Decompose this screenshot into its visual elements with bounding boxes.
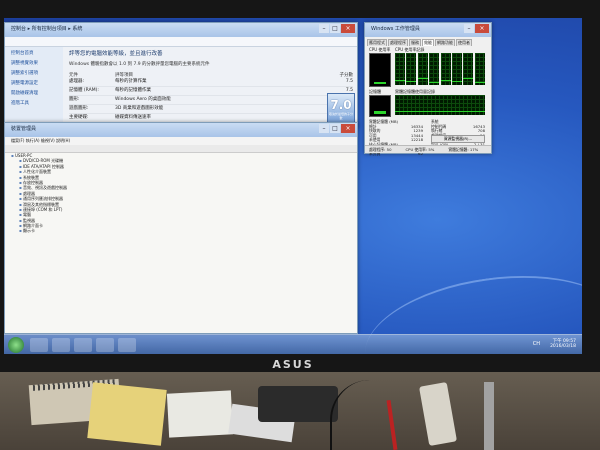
row-component: 圖形:: [69, 97, 80, 102]
metal-pole: [484, 382, 494, 450]
system-sidebar: 控制台首頁 調整視覺效果 調整索引選項 調整電源設定 開啟磁碟清理 進階工具: [5, 47, 63, 127]
cpu-core-graph: [463, 53, 474, 85]
cpu-core-graph: [440, 53, 451, 85]
desk-phone: [258, 386, 338, 422]
table-row: 記憶體 (RAM): 每秒的記憶體作業 7.5: [69, 87, 353, 96]
close-button[interactable]: ×: [341, 24, 355, 33]
cpu-usage-gauge: [369, 53, 391, 87]
memory-history-graph: [395, 95, 485, 115]
cpu-core-graph: [429, 53, 440, 85]
table-row: 處理器: 每秒的計算作業 7.5: [69, 78, 353, 87]
yellow-notepad: [87, 382, 167, 446]
taskbar-button-chrome[interactable]: [96, 338, 114, 352]
system-titlebar[interactable]: 控制台 ▸ 所有控制台項目 ▸ 系統 – □ ×: [5, 23, 357, 37]
device-manager-title: 裝置管理員: [11, 126, 37, 132]
tab-performance[interactable]: 效能: [422, 39, 434, 46]
row-component: 遊戲圖形:: [69, 106, 89, 111]
minimize-button[interactable]: –: [464, 24, 474, 33]
status-cpu: CPU 使用率: 5%: [405, 147, 435, 152]
sidebar-link-cleanup[interactable]: 開啟磁碟清理: [5, 89, 63, 97]
cpu-core-graph: [395, 53, 405, 85]
taskbar-button-media[interactable]: [74, 338, 92, 352]
sidebar-link-power[interactable]: 調整電源設定: [5, 79, 63, 87]
row-description: 每秒的記憶體作業: [115, 88, 151, 93]
tab-services[interactable]: 服務: [409, 39, 421, 46]
minimize-button[interactable]: –: [319, 24, 329, 33]
task-manager-title: Windows 工作管理員: [371, 26, 420, 32]
system-main: 評等您的電腦效能等級，並且進行改善 Windows 體驗指數會以 1.0 到 7…: [69, 47, 355, 131]
system-window: 控制台 ▸ 所有控制台項目 ▸ 系統 – □ × 控制台首頁 調整視覺效果 調整…: [4, 22, 358, 131]
row-description: 3D 商業和遊戲圖形效能: [115, 106, 164, 111]
row-description: 每秒的計算作業: [115, 79, 147, 84]
tab-applications[interactable]: 應用程式: [367, 39, 387, 46]
device-tree: USER-PC DVD/CD-ROM 光碟機 IDE ATA/ATAPI 控制器…: [5, 153, 357, 333]
address-bar[interactable]: [5, 37, 357, 47]
taskbar-button-taskmgr[interactable]: [118, 338, 136, 352]
row-description: Windows Aero 的桌面效能: [115, 97, 171, 102]
row-component: 主要硬碟:: [69, 115, 89, 120]
tab-processes[interactable]: 處理程序: [388, 39, 408, 46]
table-row: 遊戲圖形: 3D 商業和遊戲圖形效能 7.5: [69, 105, 353, 114]
resource-monitor-button[interactable]: 資源監視器(R)...: [431, 135, 485, 143]
taskbar-clock[interactable]: 下午 09:57 2016/03/18: [550, 338, 576, 349]
device-manager-menubar[interactable]: 檔案(F) 執行(A) 檢視(V) 說明(H): [5, 137, 357, 145]
base-score-caption: 取決於最低的子分數: [328, 112, 353, 120]
status-memory: 實體記憶體: 17%: [448, 147, 479, 152]
sidebar-link-index[interactable]: 調整索引選項: [5, 69, 63, 77]
monitor-bezel: ASUS 控制台 ▸ 所有控制台項目 ▸ 系統 – □ × 控制台首頁 調整視覺…: [0, 0, 600, 372]
taskbar-button-explorer[interactable]: [52, 338, 70, 352]
task-manager-titlebar[interactable]: Windows 工作管理員 – ×: [365, 23, 491, 37]
start-button[interactable]: [8, 337, 24, 353]
paper-sheet: [166, 390, 234, 438]
device-manager-titlebar[interactable]: 裝置管理員 – □ ×: [5, 123, 357, 137]
page-title: 評等您的電腦效能等級，並且進行改善: [69, 51, 163, 57]
cpu-core-graph: [406, 53, 417, 85]
row-component: 處理器:: [69, 79, 85, 84]
task-manager-statusbar: 處理程序: 50 CPU 使用率: 5% 實體記憶體: 17%: [365, 145, 491, 153]
device-manager-toolbar[interactable]: [5, 145, 357, 153]
sidebar-link-advanced[interactable]: 進階工具: [5, 99, 63, 107]
language-indicator[interactable]: CH: [533, 341, 540, 347]
desktop-screen: 控制台 ▸ 所有控制台項目 ▸ 系統 – □ × 控制台首頁 調整視覺效果 調整…: [4, 18, 582, 354]
row-component: 記憶體 (RAM):: [69, 88, 99, 93]
device-tree-item[interactable]: 顯示卡: [5, 228, 357, 233]
cpu-core-graph: [474, 53, 485, 85]
task-manager-window: Windows 工作管理員 – × 應用程式 處理程序 服務 效能 網路功能 使…: [364, 22, 492, 156]
sidebar-link-home[interactable]: 控制台首頁: [5, 49, 63, 57]
monitor-brand-logo: ASUS: [272, 358, 314, 371]
row-subscore: 7.5: [345, 79, 353, 84]
memory-usage-gauge: [369, 95, 391, 117]
system-window-title: 控制台 ▸ 所有控制台項目 ▸ 系統: [11, 26, 83, 32]
close-button[interactable]: ×: [341, 124, 355, 133]
maximize-button[interactable]: □: [330, 124, 340, 133]
tab-networking[interactable]: 網路功能: [435, 39, 455, 46]
table-row: 圖形: Windows Aero 的桌面效能 7.5: [69, 96, 353, 105]
minimize-button[interactable]: –: [319, 124, 329, 133]
close-button[interactable]: ×: [475, 24, 489, 33]
maximize-button[interactable]: □: [330, 24, 340, 33]
clock-date: 2016/03/18: [550, 344, 576, 349]
row-description: 磁碟資料傳送速率: [115, 115, 151, 120]
device-manager-window: 裝置管理員 – □ × 檔案(F) 執行(A) 檢視(V) 說明(H) USER…: [4, 122, 358, 334]
tab-users[interactable]: 使用者: [456, 39, 472, 46]
taskbar-button-ie[interactable]: [30, 338, 48, 352]
cpu-core-graph: [417, 53, 428, 85]
cpu-core-graph: [452, 53, 462, 85]
task-manager-tabs: 應用程式 處理程序 服務 效能 網路功能 使用者: [365, 37, 491, 46]
status-processes: 處理程序: 50: [369, 147, 392, 152]
sidebar-link-visual[interactable]: 調整視覺效果: [5, 59, 63, 67]
taskbar: CH 下午 09:57 2016/03/18: [4, 334, 582, 354]
base-score-value: 7.0: [330, 98, 352, 112]
page-subtitle: Windows 體驗指數會以 1.0 到 7.9 的分數評量您電腦的主要系統元件: [69, 62, 210, 67]
